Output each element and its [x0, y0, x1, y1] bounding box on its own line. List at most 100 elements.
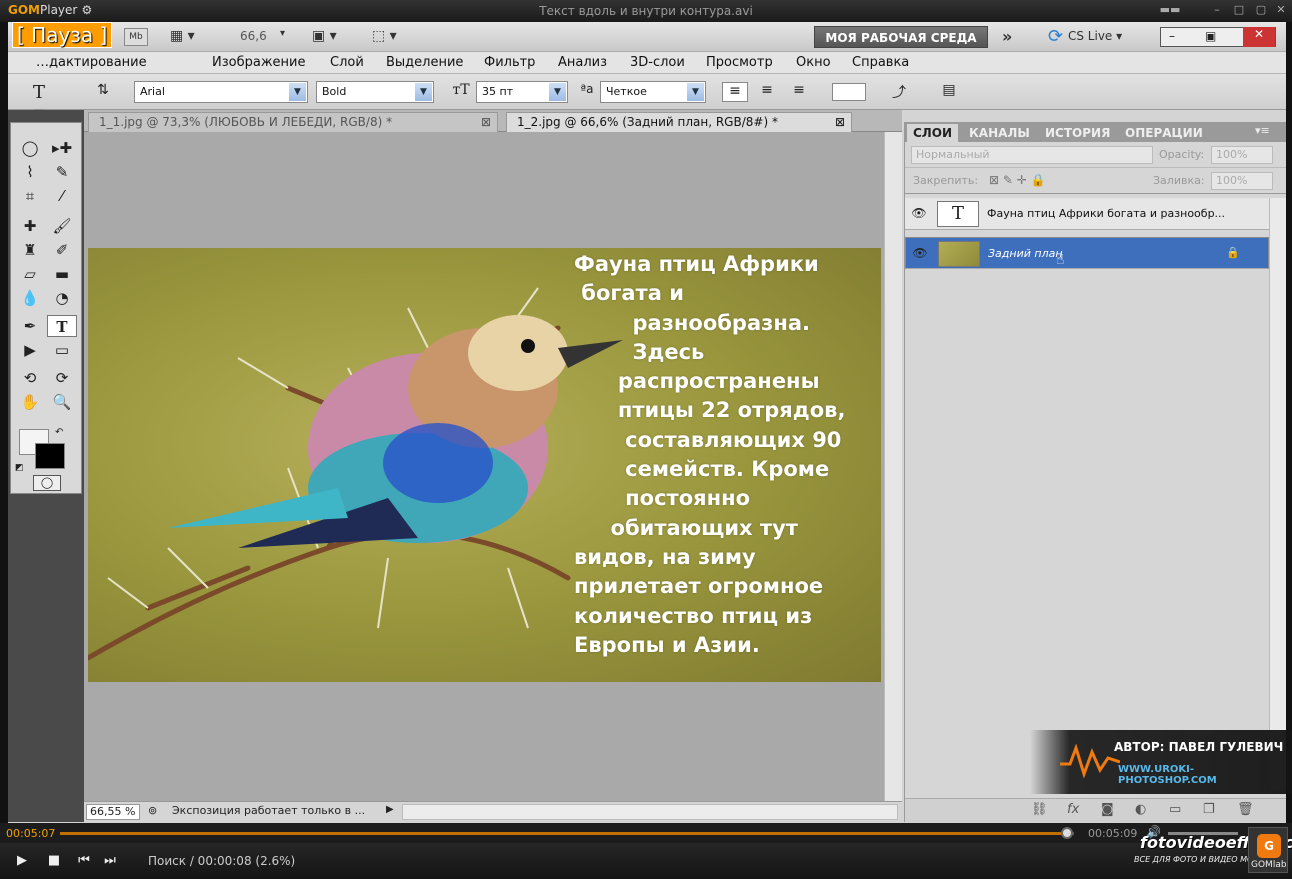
clone-stamp-icon[interactable]: ♜: [15, 239, 45, 261]
seek-knob[interactable]: [1060, 827, 1073, 839]
layer-background[interactable]: 👁 Задний план 🔒 ☝: [905, 237, 1269, 269]
menu-window[interactable]: Окно: [796, 55, 831, 70]
double-chevron-icon[interactable]: »: [1002, 27, 1012, 46]
new-layer-icon[interactable]: ❐: [1203, 802, 1215, 817]
zoom-icon[interactable]: 🔍: [47, 391, 77, 413]
text-color-swatch[interactable]: [832, 83, 866, 101]
tab-actions[interactable]: ОПЕРАЦИИ: [1119, 124, 1209, 142]
pen-icon[interactable]: ✒: [15, 315, 45, 337]
fill-field[interactable]: 100%: [1211, 172, 1273, 190]
character-panel-icon[interactable]: ▤: [936, 82, 962, 102]
arrange-documents-icon[interactable]: ▣ ▾: [312, 28, 337, 44]
layer-text[interactable]: 👁 T Фауна птиц Африки богата и разнообр.…: [905, 198, 1269, 230]
menu-3d[interactable]: 3D-слои: [630, 55, 685, 70]
menu-layer[interactable]: Слой: [330, 55, 364, 70]
blend-mode-select[interactable]: Нормальный: [911, 146, 1153, 164]
horizontal-scrollbar[interactable]: [402, 804, 898, 820]
mini-bridge-button[interactable]: Mb: [124, 28, 148, 46]
lock-icons[interactable]: ⊠ ✎ ✛ 🔒: [989, 173, 1046, 187]
eraser-icon[interactable]: ▱: [15, 263, 45, 285]
warp-text-icon[interactable]: ⤴: [886, 82, 912, 102]
stop-icon[interactable]: ■: [44, 851, 64, 871]
maximize-icon[interactable]: ▢: [1254, 3, 1268, 17]
screen-mode-icon[interactable]: ⬚ ▾: [372, 28, 397, 44]
align-right-icon[interactable]: ≡: [786, 82, 812, 102]
align-left-icon[interactable]: ≡: [722, 82, 748, 102]
layer-style-icon[interactable]: fx: [1067, 802, 1079, 817]
status-menu-arrow-icon[interactable]: ▶: [386, 804, 394, 815]
close-icon[interactable]: ✕: [1243, 27, 1275, 47]
group-icon[interactable]: ▭: [1169, 802, 1181, 817]
gomlab-button[interactable]: G GOMlab: [1248, 827, 1288, 873]
opacity-field[interactable]: 100%: [1211, 146, 1273, 164]
default-colors-icon[interactable]: ◩: [15, 463, 24, 473]
menu-help[interactable]: Справка: [852, 55, 909, 70]
restore-icon[interactable]: □: [1232, 3, 1246, 17]
adjustment-layer-icon[interactable]: ◐: [1135, 802, 1146, 817]
tab-history[interactable]: ИСТОРИЯ: [1039, 124, 1116, 142]
minimize-icon[interactable]: –: [1210, 3, 1224, 17]
tab-1-2[interactable]: 1_2.jpg @ 66,6% (Задний план, RGB/8#) * ⊠: [506, 112, 852, 132]
layer-mask-icon[interactable]: ◙: [1101, 802, 1114, 817]
menu-view[interactable]: Просмотр: [706, 55, 773, 70]
brush-icon[interactable]: 🖌: [47, 215, 77, 237]
close-icon[interactable]: ✕: [1274, 3, 1288, 17]
eyedropper-icon[interactable]: ⁄: [47, 185, 77, 207]
canvas-vertical-scrollbar[interactable]: [884, 132, 902, 801]
document-image[interactable]: Фауна птиц Африки богата и разнообразна.…: [88, 248, 881, 682]
close-icon[interactable]: ⊠: [481, 115, 491, 129]
font-family-select[interactable]: Arial ▼: [134, 81, 308, 103]
font-size-select[interactable]: 35 пт ▼: [476, 81, 568, 103]
rectangle-shape-icon[interactable]: ▭: [47, 339, 77, 361]
layers-scrollbar[interactable]: [1269, 198, 1286, 790]
link-layers-icon[interactable]: ⛓: [1031, 802, 1048, 817]
gradient-icon[interactable]: ▬: [47, 263, 77, 285]
healing-brush-icon[interactable]: ✚: [15, 215, 45, 237]
menu-image[interactable]: Изображение: [212, 55, 305, 70]
menu-select[interactable]: Выделение: [386, 55, 463, 70]
font-style-select[interactable]: Bold ▼: [316, 81, 434, 103]
cs-live-menu[interactable]: CS Live ▾: [1068, 29, 1122, 43]
background-color-swatch[interactable]: [35, 443, 65, 469]
eye-icon[interactable]: 👁: [912, 246, 928, 262]
menu-analysis[interactable]: Анализ: [558, 55, 607, 70]
close-icon[interactable]: ⊠: [835, 115, 845, 129]
eye-icon[interactable]: 👁: [911, 206, 927, 222]
hand-icon[interactable]: ✋: [15, 391, 45, 413]
restore-icon[interactable]: ▣: [1205, 29, 1216, 43]
tab-1-1[interactable]: 1_1.jpg @ 73,3% (ЛЮБОВЬ И ЛЕБЕДИ, RGB/8)…: [88, 112, 498, 132]
quick-mask-icon[interactable]: ◯: [33, 475, 61, 491]
blur-icon[interactable]: 💧: [15, 287, 45, 309]
antialias-select[interactable]: Четкое ▼: [600, 81, 706, 103]
status-options-icon[interactable]: ⊚: [148, 804, 157, 817]
history-brush-icon[interactable]: ✐: [47, 239, 77, 261]
workspace-button[interactable]: МОЯ РАБОЧАЯ СРЕДА: [814, 26, 988, 48]
play-icon[interactable]: ▶: [12, 851, 32, 871]
path-select-icon[interactable]: ▶: [15, 339, 45, 361]
text-orientation-icon[interactable]: ⇅: [90, 82, 116, 102]
3d-orbit-icon[interactable]: ⟳: [47, 367, 77, 389]
ellipse-marquee-icon[interactable]: ◯: [15, 137, 45, 159]
minibar-icon[interactable]: ▬▬: [1150, 3, 1190, 17]
cs-live-icon[interactable]: ⟳: [1048, 26, 1063, 47]
tab-channels[interactable]: КАНАЛЫ: [963, 124, 1036, 142]
tab-layers[interactable]: СЛОИ: [907, 124, 959, 142]
trash-icon[interactable]: 🗑: [1237, 802, 1254, 817]
zoom-field[interactable]: 66,55 %: [86, 804, 140, 820]
swap-colors-icon[interactable]: ↶: [55, 427, 63, 438]
menu-edit[interactable]: …дактирование: [36, 55, 147, 70]
previous-icon[interactable]: ⏮: [74, 851, 94, 871]
crop-icon[interactable]: ⌗: [15, 185, 45, 207]
move-tool-icon[interactable]: ▸✚: [47, 137, 77, 159]
menu-filter[interactable]: Фильтр: [484, 55, 535, 70]
dodge-icon[interactable]: ◔: [47, 287, 77, 309]
type-tool-preset-icon[interactable]: T ▾: [26, 82, 52, 124]
minimize-icon[interactable]: –: [1169, 29, 1175, 43]
lasso-icon[interactable]: ⌇: [15, 161, 45, 183]
chevron-down-icon[interactable]: ▾: [280, 28, 285, 39]
3d-rotate-icon[interactable]: ⟲: [15, 367, 45, 389]
align-center-icon[interactable]: ≡: [754, 82, 780, 102]
quick-select-icon[interactable]: ✎: [47, 161, 77, 183]
zoom-level[interactable]: 66,6: [240, 29, 267, 43]
next-icon[interactable]: ⏭: [100, 851, 120, 871]
